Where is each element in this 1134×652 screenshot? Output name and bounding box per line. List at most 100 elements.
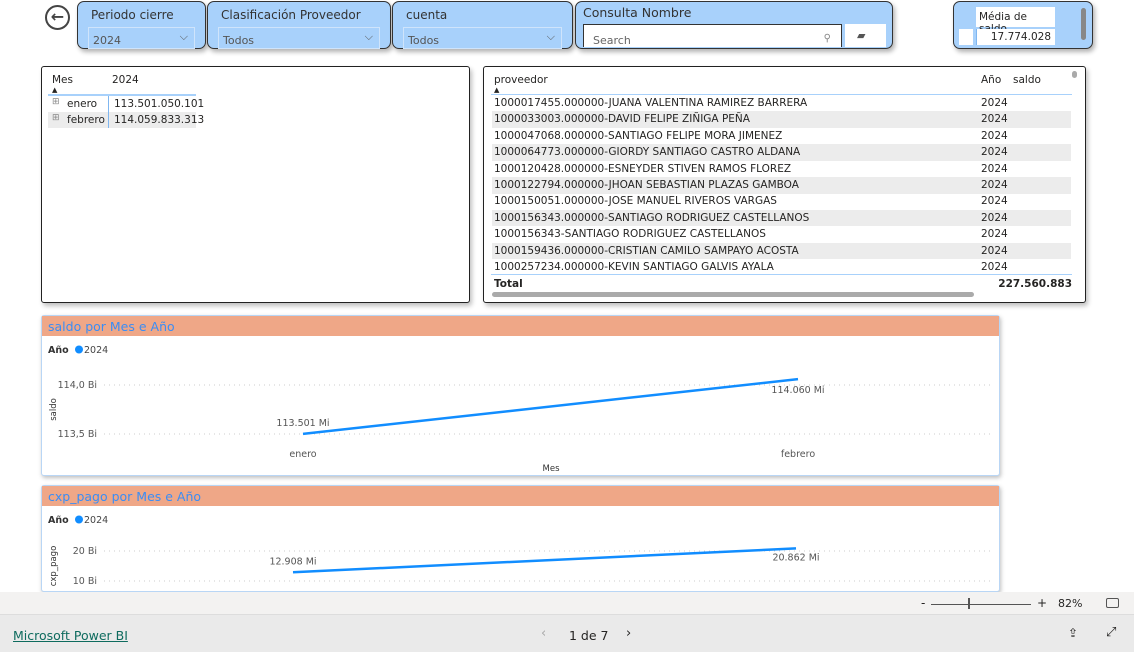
search-input[interactable]: Search ⚲	[583, 24, 842, 47]
y-tick-label: 20 Bi	[73, 546, 97, 557]
saldo-line-chart: saldo por Mes e Año Año 2024 114,0 Bi 113,5…	[41, 315, 1000, 476]
cuenta-dropdown[interactable]: Todos ⌵	[403, 27, 562, 49]
footer: Microsoft Power BI ‹ 1 de 7 › ⇪ ⤢	[0, 615, 1134, 652]
fit-to-page-icon[interactable]	[1106, 598, 1119, 608]
cell-proveedor: 1000257234.000000-KEVIN SANTIAGO GALVIS …	[494, 261, 774, 273]
cell-proveedor: 1000033003.000000-DAVID FELIPE ZIÑIGA PE…	[494, 113, 750, 126]
periodo-dropdown[interactable]: 2024 ⌵	[88, 27, 195, 49]
data-label: 20.862 Mi	[772, 552, 819, 563]
zoom-slider-handle[interactable]	[968, 598, 970, 609]
cell-ano: 2024	[981, 228, 1008, 241]
search-slicer: Consulta Nombre Search ⚲ ▰	[575, 1, 893, 49]
scrollbar[interactable]	[1081, 8, 1086, 40]
slicer-cuenta: cuenta Todos ⌵	[392, 1, 573, 49]
table-row: 1000047068.000000-SANTIAGO FELIPE MORA J…	[492, 128, 1071, 145]
slicer-label: cuenta	[406, 8, 448, 22]
column-header-ano[interactable]: Año	[981, 74, 1001, 86]
cell-proveedor: 1000047068.000000-SANTIAGO FELIPE MORA J…	[494, 129, 783, 142]
row-value: 113.501.050.101	[108, 96, 204, 112]
x-axis-label: Mes	[543, 464, 561, 474]
zoom-out-button[interactable]: -	[921, 596, 925, 610]
cell-ano: 2024	[981, 195, 1008, 208]
arrow-left-icon: ←	[50, 7, 65, 26]
vertical-scrollbar[interactable]	[1072, 71, 1077, 78]
proveedor-table: proveedor ▲ Año saldo 1000017455.000000-…	[483, 66, 1086, 303]
slicer-periodo-cierre: Periodo cierre 2024 ⌵	[77, 1, 206, 49]
previous-page-button[interactable]: ‹	[541, 626, 546, 641]
search-icon: ⚲	[823, 33, 831, 44]
chevron-down-icon: ⌵	[179, 30, 188, 43]
y-tick-label: 10 Bi	[73, 576, 97, 587]
slicer-label: Periodo cierre	[91, 8, 174, 22]
dropdown-value: Todos	[408, 34, 440, 47]
table-row: 1000156343-SANTIAGO RODRIGUEZ CASTELLANO…	[492, 226, 1071, 243]
cxp-pago-line-chart: cxp_pago por Mes e Año Año 2024 20 Bi 10 Bi…	[41, 485, 1000, 592]
dropdown-value: 2024	[93, 34, 121, 47]
cell-proveedor: 1000150051.000000-JOSE MANUEL RIVEROS VA…	[494, 195, 777, 208]
column-header-proveedor[interactable]: proveedor	[494, 74, 548, 86]
chart-plot: Año 2024 20 Bi 10 Bi cxp_pago 12.908 Mi 20.862…	[48, 515, 992, 587]
y-axis-label: cxp_pago	[49, 546, 59, 587]
power-bi-link[interactable]: Microsoft Power BI	[13, 628, 128, 643]
zoom-slider[interactable]	[931, 604, 1031, 605]
dropdown-value: Todos	[223, 34, 255, 47]
cell-proveedor: 1000159436.000000-CRISTIAN CAMILO SAMPAY…	[494, 244, 799, 257]
legend-title: Año	[48, 345, 69, 356]
next-page-button[interactable]: ›	[626, 626, 631, 641]
total-value: 227.560.883	[998, 278, 1072, 290]
y-tick-label: 114,0 Bi	[58, 380, 97, 391]
series-line	[302, 377, 799, 436]
page-indicator: 1 de 7	[569, 628, 609, 643]
column-header-2024[interactable]: 2024	[112, 74, 139, 86]
expand-icon[interactable]: ⊞	[52, 97, 60, 107]
cell-ano: 2024	[981, 261, 1008, 273]
share-icon[interactable]: ⇪	[1068, 626, 1078, 640]
column-header-mes[interactable]: Mes	[52, 74, 73, 86]
chart-plot: Año 2024 114,0 Bi 113,5 Bi saldo 113.501 Mi en…	[48, 345, 992, 474]
data-label: 114.060 Mi	[771, 385, 824, 396]
sort-ascending-icon: ▲	[52, 86, 58, 94]
cell-ano: 2024	[981, 211, 1008, 224]
legend-marker	[75, 345, 83, 354]
fullscreen-icon[interactable]: ⤢	[1106, 625, 1116, 640]
row-value: 114.059.833.313	[108, 112, 204, 128]
table-row: 1000150051.000000-JOSE MANUEL RIVEROS VA…	[492, 193, 1071, 210]
x-tick-label: enero	[289, 449, 316, 460]
cell-ano: 2024	[981, 162, 1008, 175]
cell-ano: 2024	[981, 129, 1008, 142]
horizontal-scrollbar[interactable]	[492, 292, 974, 297]
clasificacion-dropdown[interactable]: Todos ⌵	[218, 27, 380, 49]
zoom-in-button[interactable]: +	[1037, 596, 1047, 610]
back-button[interactable]: ←	[45, 5, 70, 30]
search-placeholder: Search	[593, 34, 631, 47]
x-tick-label: febrero	[781, 449, 815, 460]
table-row: 1000122794.000000-JHOAN SEBASTIAN PLAZAS…	[492, 177, 1071, 194]
table-row: 1000033003.000000-DAVID FELIPE ZIÑIGA PE…	[492, 111, 1071, 128]
series-line	[292, 547, 797, 574]
cell-ano: 2024	[981, 244, 1008, 257]
cell-proveedor: 1000120428.000000-ESNEYDER STIVEN RAMOS …	[494, 162, 792, 175]
cell-proveedor: 1000156343-SANTIAGO RODRIGUEZ CASTELLANO…	[494, 228, 766, 241]
table-row: 1000159436.000000-CRISTIAN CAMILO SAMPAY…	[492, 242, 1071, 260]
chevron-down-icon: ⌵	[546, 30, 555, 43]
legend-title: Año	[48, 515, 69, 526]
row-label: febrero	[67, 114, 105, 126]
cell-ano: 2024	[981, 97, 1008, 109]
data-label: 113.501 Mi	[276, 418, 329, 429]
legend-item: 2024	[84, 345, 108, 356]
cell-proveedor: 1000156343.000000-SANTIAGO RODRIGUEZ CAS…	[494, 211, 810, 224]
matrix-visual: Mes ▲ 2024 ⊞ enero 113.501.050.101 ⊞ feb…	[41, 66, 470, 303]
data-label: 12.908 Mi	[269, 556, 316, 567]
cell-ano: 2024	[981, 113, 1008, 126]
y-tick-label: 113,5 Bi	[58, 429, 97, 440]
table-row: 1000120428.000000-ESNEYDER STIVEN RAMOS …	[492, 161, 1071, 178]
clear-button[interactable]: ▰	[845, 24, 886, 47]
chevron-down-icon: ⌵	[364, 30, 373, 43]
cell-proveedor: 1000064773.000000-GIORDY SANTIAGO CASTRO…	[494, 146, 801, 159]
expand-icon[interactable]: ⊞	[52, 113, 60, 123]
matrix-row: ⊞ enero 113.501.050.101	[48, 96, 204, 112]
sort-ascending-icon: ▲	[494, 86, 500, 94]
cell-proveedor: 1000017455.000000-JUANA VALENTINA RAMIRE…	[494, 97, 808, 109]
cell-ano: 2024	[981, 146, 1008, 159]
column-header-saldo[interactable]: saldo	[1013, 74, 1041, 86]
